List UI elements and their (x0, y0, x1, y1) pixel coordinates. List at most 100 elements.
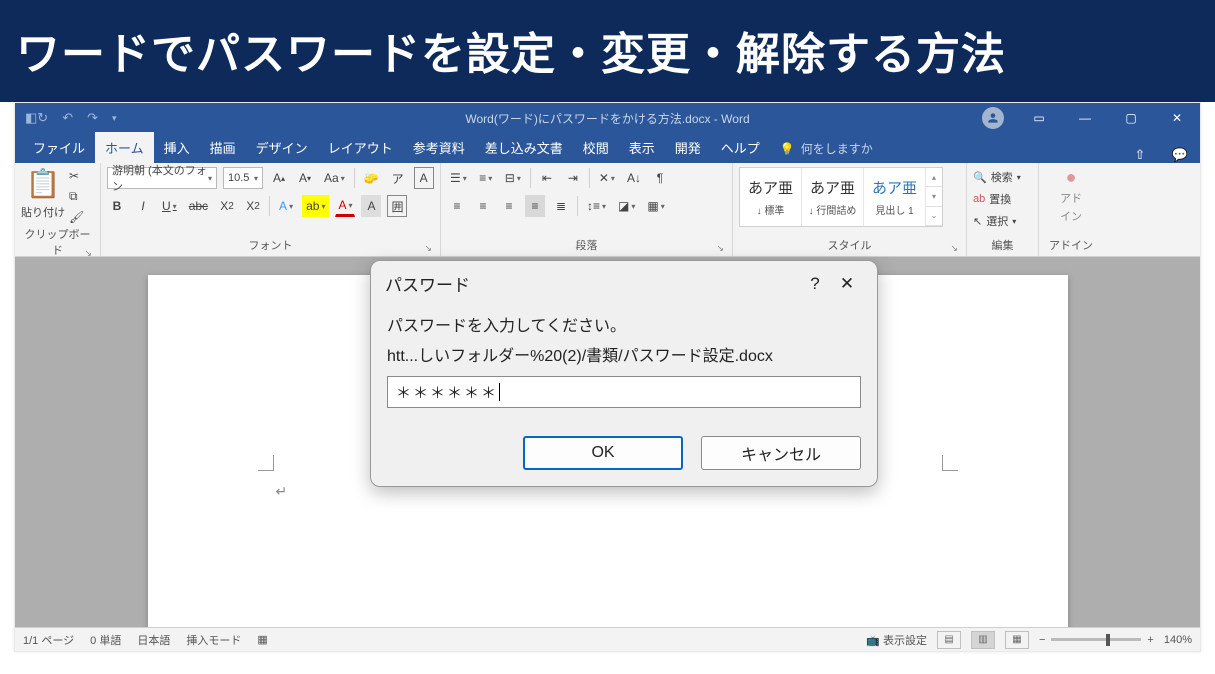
bold-button[interactable]: B (107, 195, 127, 217)
styles-group-label: スタイル (828, 240, 872, 252)
style-no-spacing[interactable]: あア亜↓ 行間詰め (802, 168, 864, 226)
character-shading-button[interactable]: A (361, 195, 381, 217)
subscript-button[interactable]: X2 (217, 195, 237, 217)
shrink-font-button[interactable]: A▾ (295, 167, 315, 189)
password-input[interactable]: ＊＊＊＊＊＊ (387, 376, 861, 408)
text-effects-button[interactable]: A (276, 195, 296, 217)
zoom-track[interactable] (1051, 638, 1141, 641)
group-paragraph: ☰ ≡ ⊟ ⇤ ⇥ ✕ A↓ ¶ ≡ ≡ ≡ ≡ ≣ (441, 163, 733, 256)
tab-review[interactable]: 校閲 (573, 132, 619, 163)
user-avatar[interactable] (982, 107, 1004, 129)
grow-font-button[interactable]: A▴ (269, 167, 289, 189)
share-icon[interactable]: ⇧ (1120, 147, 1160, 163)
display-settings[interactable]: 📺 表示設定 (866, 632, 927, 648)
autosave-icon[interactable]: ◧↻ (25, 110, 48, 126)
tab-developer[interactable]: 開発 (665, 132, 711, 163)
format-painter-icon[interactable]: 🖌 (69, 210, 84, 224)
style-gallery-scroll[interactable]: ▴▾⌄ (926, 168, 942, 226)
borders-button[interactable]: ▦ (644, 195, 667, 217)
macro-status-icon[interactable]: ▦ (257, 633, 267, 646)
clear-formatting-button[interactable]: 🧽 (361, 167, 382, 189)
decrease-indent-button[interactable]: ⇤ (537, 167, 557, 189)
change-case-button[interactable]: Aa (321, 167, 348, 189)
undo-icon[interactable]: ↶ (62, 110, 73, 126)
underline-button[interactable]: U (159, 195, 180, 217)
minimize-button[interactable]: — (1062, 103, 1108, 133)
zoom-in-button[interactable]: + (1147, 634, 1153, 646)
view-print-layout[interactable]: ▥ (971, 631, 995, 649)
align-center-button[interactable]: ≡ (473, 195, 493, 217)
zoom-out-button[interactable]: − (1039, 634, 1045, 646)
tab-layout[interactable]: レイアウト (318, 132, 403, 163)
bullets-button[interactable]: ☰ (447, 167, 470, 189)
tab-design[interactable]: デザイン (246, 132, 318, 163)
qat-more-icon[interactable]: ▾ (112, 113, 117, 124)
font-color-button[interactable]: A (335, 195, 355, 217)
character-border-button[interactable]: 囲 (387, 195, 407, 217)
font-launcher[interactable]: ↘ (424, 243, 432, 254)
superscript-button[interactable]: X2 (243, 195, 263, 217)
strikethrough-button[interactable]: abc (186, 195, 211, 217)
tab-file[interactable]: ファイル (23, 132, 95, 163)
clipboard-group-label: クリップボード (25, 229, 91, 257)
replace-button[interactable]: ab置換 (973, 189, 1021, 209)
dialog-close-button[interactable]: ✕ (831, 274, 863, 294)
ribbon-options-icon[interactable]: ▭ (1016, 103, 1062, 133)
style-heading-1[interactable]: あア亜見出し 1 (864, 168, 926, 226)
close-window-button[interactable]: ✕ (1154, 103, 1200, 133)
tab-help[interactable]: ヘルプ (711, 132, 770, 163)
style-normal[interactable]: あア亜↓ 標準 (740, 168, 802, 226)
status-language[interactable]: 日本語 (137, 632, 170, 648)
zoom-slider[interactable]: − + (1039, 634, 1154, 646)
cancel-button[interactable]: キャンセル (701, 436, 861, 470)
highlight-button[interactable]: ab (302, 195, 329, 217)
paste-icon[interactable]: 📋 (26, 167, 61, 200)
status-insert-mode[interactable]: 挿入モード (186, 632, 241, 648)
increase-indent-button[interactable]: ⇥ (563, 167, 583, 189)
dialog-help-button[interactable]: ? (799, 274, 831, 294)
redo-icon[interactable]: ↷ (87, 110, 98, 126)
phonetic-guide-button[interactable]: ア (388, 167, 408, 189)
tell-me-search[interactable]: 💡 何をしますか (770, 134, 883, 163)
asian-layout-button[interactable]: ✕ (596, 167, 618, 189)
view-read-mode[interactable]: ▤ (937, 631, 961, 649)
style-gallery[interactable]: あア亜↓ 標準 あア亜↓ 行間詰め あア亜見出し 1 ▴▾⌄ (739, 167, 943, 227)
tab-home[interactable]: ホーム (95, 132, 154, 163)
font-name-combo[interactable]: 游明朝 (本文のフォン▾ (107, 167, 217, 189)
addins-button[interactable]: ● アド イン (1046, 167, 1096, 224)
line-spacing-button[interactable]: ↕≡ (584, 195, 609, 217)
maximize-button[interactable]: ▢ (1108, 103, 1154, 133)
copy-icon[interactable]: ⧉ (69, 189, 84, 204)
justify-button[interactable]: ≡ (525, 195, 545, 217)
align-left-button[interactable]: ≡ (447, 195, 467, 217)
status-page[interactable]: 1/1 ページ (23, 632, 74, 648)
show-hide-button[interactable]: ¶ (650, 167, 670, 189)
find-button[interactable]: 🔍検索▾ (973, 167, 1021, 187)
multilevel-button[interactable]: ⊟ (502, 167, 524, 189)
tab-view[interactable]: 表示 (619, 132, 665, 163)
view-web-layout[interactable]: ▦ (1005, 631, 1029, 649)
ok-button[interactable]: OK (523, 436, 683, 470)
cut-icon[interactable]: ✂ (69, 169, 84, 183)
tab-draw[interactable]: 描画 (200, 132, 246, 163)
tab-references[interactable]: 参考資料 (403, 132, 475, 163)
zoom-level[interactable]: 140% (1164, 634, 1192, 646)
font-size-combo[interactable]: 10.5▾ (223, 167, 263, 189)
group-styles: あア亜↓ 標準 あア亜↓ 行間詰め あア亜見出し 1 ▴▾⌄ スタイル ↘ (733, 163, 967, 256)
styles-launcher[interactable]: ↘ (950, 243, 958, 254)
numbering-button[interactable]: ≡ (476, 167, 496, 189)
paragraph-launcher[interactable]: ↘ (716, 243, 724, 254)
align-right-button[interactable]: ≡ (499, 195, 519, 217)
group-clipboard: 📋 貼り付け ✂ ⧉ 🖌 クリップボード↘ (15, 163, 101, 256)
select-button[interactable]: ↖選択▾ (973, 211, 1021, 231)
shading-button[interactable]: ◪ (615, 195, 638, 217)
select-icon: ↖ (973, 215, 982, 228)
distribute-button[interactable]: ≣ (551, 195, 571, 217)
tab-insert[interactable]: 挿入 (154, 132, 200, 163)
comments-icon[interactable]: 💬 (1160, 147, 1200, 163)
enclose-characters-button[interactable]: A (414, 167, 434, 189)
italic-button[interactable]: I (133, 195, 153, 217)
sort-button[interactable]: A↓ (624, 167, 644, 189)
tab-mailings[interactable]: 差し込み文書 (475, 132, 573, 163)
status-word-count[interactable]: 0 単語 (90, 632, 121, 648)
